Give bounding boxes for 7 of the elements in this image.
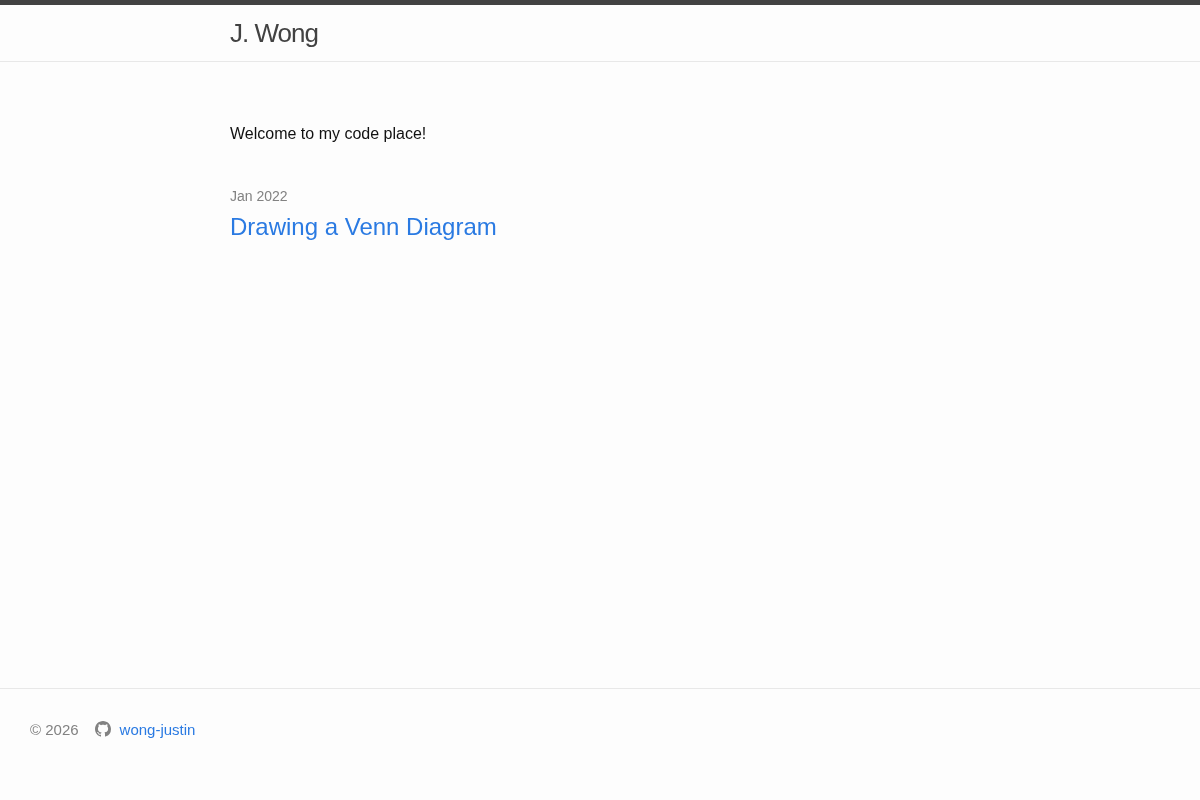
- copyright-text: © 2026: [30, 721, 79, 739]
- site-title-link[interactable]: J. Wong: [230, 5, 318, 61]
- post-title-link[interactable]: Drawing a Venn Diagram: [230, 211, 497, 243]
- cat-icon: [94, 721, 111, 737]
- profile-link[interactable]: wong-justin: [119, 721, 196, 739]
- post-date: Jan 2022: [230, 187, 288, 206]
- intro-text: Welcome to my code place!: [230, 124, 428, 144]
